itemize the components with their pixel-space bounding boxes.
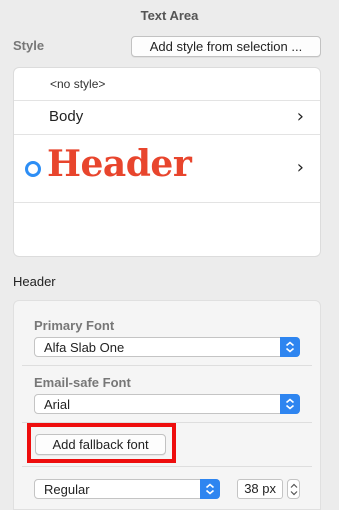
font-size-input[interactable]: 38 px: [237, 479, 283, 499]
chevron-right-icon: ›: [296, 106, 304, 127]
primary-font-value: Alfa Slab One: [44, 340, 125, 355]
style-item-body[interactable]: Body ›: [14, 101, 320, 135]
style-item-label: Header: [47, 143, 192, 185]
font-settings-panel: Primary Font Alfa Slab One Email-safe Fo…: [13, 300, 321, 510]
font-size-stepper[interactable]: [287, 479, 300, 499]
divider: [22, 466, 312, 467]
style-label: Style: [13, 38, 45, 53]
font-weight-select[interactable]: Regular: [34, 479, 220, 499]
add-style-from-selection-button[interactable]: Add style from selection ...: [131, 36, 321, 57]
chevron-updown-icon: [200, 479, 220, 499]
panel-title: Text Area: [140, 8, 199, 23]
stepper-arrows-icon: [290, 483, 298, 496]
style-item-no-style[interactable]: <no style>: [14, 68, 320, 101]
email-safe-font-value: Arial: [44, 397, 71, 412]
section-label: Header: [13, 274, 56, 289]
style-list: <no style> Body › Header ›: [13, 67, 321, 257]
chevron-updown-icon: [280, 394, 300, 414]
primary-font-select[interactable]: Alfa Slab One: [34, 337, 300, 357]
email-safe-font-select[interactable]: Arial: [34, 394, 300, 414]
style-item-header[interactable]: Header ›: [14, 135, 320, 203]
style-item-label: Body: [49, 108, 84, 125]
radio-selected-icon: [25, 161, 41, 177]
primary-font-label: Primary Font: [34, 318, 115, 333]
chevron-right-icon: ›: [296, 157, 304, 178]
style-item-label: <no style>: [50, 77, 106, 91]
divider: [22, 365, 312, 366]
email-safe-font-label: Email-safe Font: [34, 375, 131, 390]
highlight-box: [27, 423, 176, 463]
chevron-updown-icon: [280, 337, 300, 357]
font-weight-value: Regular: [44, 482, 90, 497]
